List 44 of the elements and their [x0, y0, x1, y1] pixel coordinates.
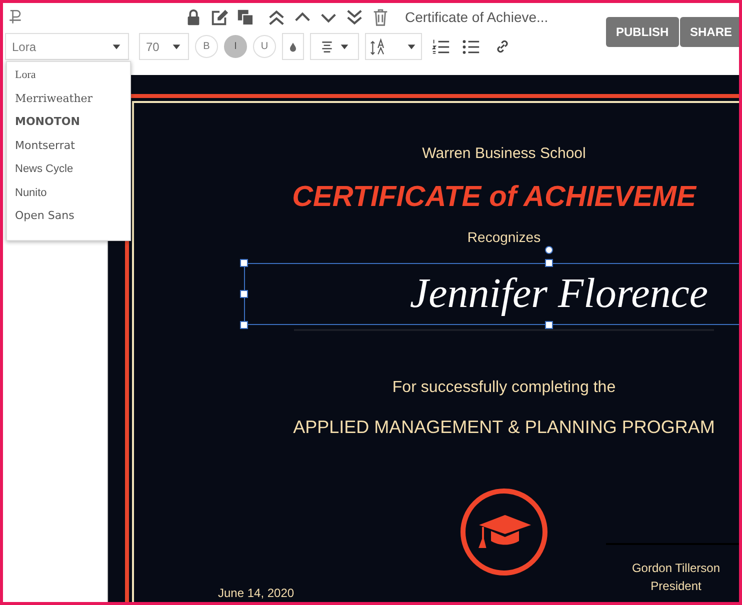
logo-icon[interactable]	[8, 8, 24, 26]
resize-handle[interactable]	[545, 321, 553, 329]
resize-handle[interactable]	[240, 290, 248, 298]
link-icon[interactable]	[494, 38, 511, 55]
signer-name: Gordon Tillerson	[632, 560, 720, 577]
school-name: Warren Business School	[422, 144, 586, 164]
double-up-icon[interactable]	[267, 8, 286, 26]
text-size-button[interactable]	[365, 33, 422, 60]
rotate-handle[interactable]	[545, 246, 553, 254]
font-option[interactable]: Merriweather	[7, 88, 130, 111]
font-option[interactable]: News Cycle	[7, 158, 130, 182]
font-select[interactable]: Lora	[5, 33, 129, 60]
align-button[interactable]	[310, 33, 359, 60]
share-button[interactable]: SHARE	[680, 17, 739, 47]
publish-button[interactable]: PUBLISH	[606, 17, 679, 47]
completion-text: For successfully completing the	[392, 378, 616, 398]
numbered-list-icon[interactable]	[432, 38, 450, 56]
bold-button[interactable]: B	[195, 35, 218, 58]
size-select[interactable]: 70	[139, 33, 189, 60]
align-center-icon[interactable]	[319, 38, 335, 54]
trash-icon[interactable]	[371, 8, 390, 26]
resize-handle[interactable]	[240, 259, 248, 267]
bullet-list-icon[interactable]	[462, 38, 480, 56]
font-option[interactable]: Lora	[7, 64, 130, 88]
italic-button[interactable]: I	[224, 35, 247, 58]
underline-button[interactable]: U	[253, 35, 276, 58]
certificate-title: CERTIFICATE of ACHIEVEME	[292, 180, 696, 214]
font-option[interactable]: Open Sans	[7, 205, 130, 228]
color-button[interactable]	[282, 33, 304, 60]
program-name: APPLIED MANAGEMENT & PLANNING PROGRAM	[293, 416, 715, 439]
recipient-name[interactable]: Jennifer Florence	[340, 262, 708, 326]
recognizes-label: Recognizes	[467, 228, 541, 247]
date-text: June 14, 2020	[218, 585, 294, 602]
document-title: Certificate of Achieve...	[405, 8, 548, 26]
font-option[interactable]: Montserrat	[7, 134, 130, 158]
resize-handle[interactable]	[545, 259, 553, 267]
font-option[interactable]: Nunito	[7, 182, 130, 205]
double-down-icon[interactable]	[345, 8, 364, 26]
edit-icon[interactable]	[210, 8, 229, 26]
resize-handle[interactable]	[240, 321, 248, 329]
graduation-cap-icon	[459, 487, 549, 577]
signer-title: President	[650, 578, 702, 595]
font-option[interactable]: MONOTON	[7, 111, 130, 134]
copy-icon[interactable]	[236, 8, 255, 26]
